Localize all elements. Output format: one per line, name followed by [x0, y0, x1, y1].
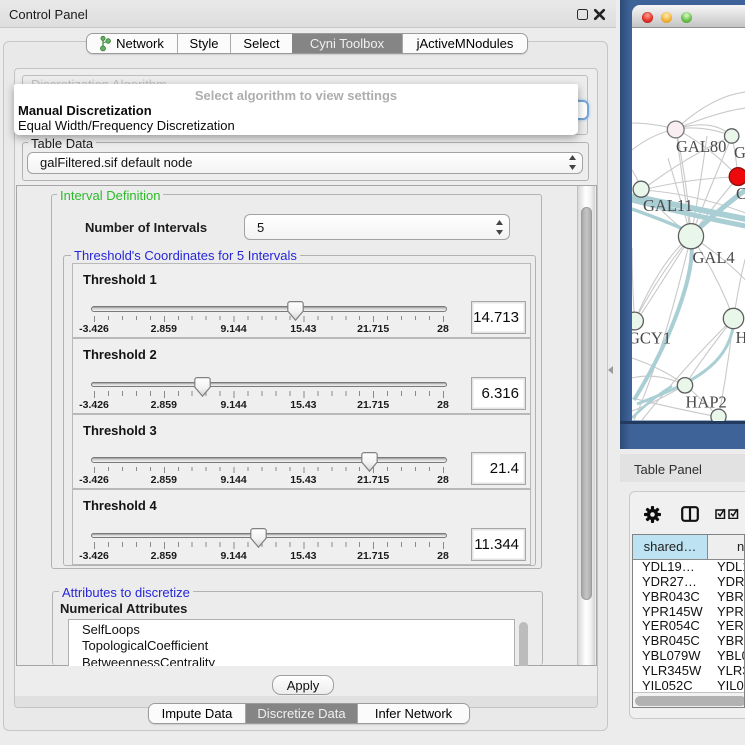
svg-text:GAL11: GAL11 — [643, 196, 693, 215]
svg-text:GAL80: GAL80 — [676, 137, 726, 156]
svg-text:GA: GA — [734, 143, 745, 162]
svg-text:CD: CD — [736, 184, 745, 203]
svg-text:GCY1: GCY1 — [632, 329, 671, 348]
svg-text:HI: HI — [735, 328, 745, 347]
svg-text:GAL4: GAL4 — [692, 248, 734, 267]
svg-text:HAP2: HAP2 — [685, 393, 726, 412]
